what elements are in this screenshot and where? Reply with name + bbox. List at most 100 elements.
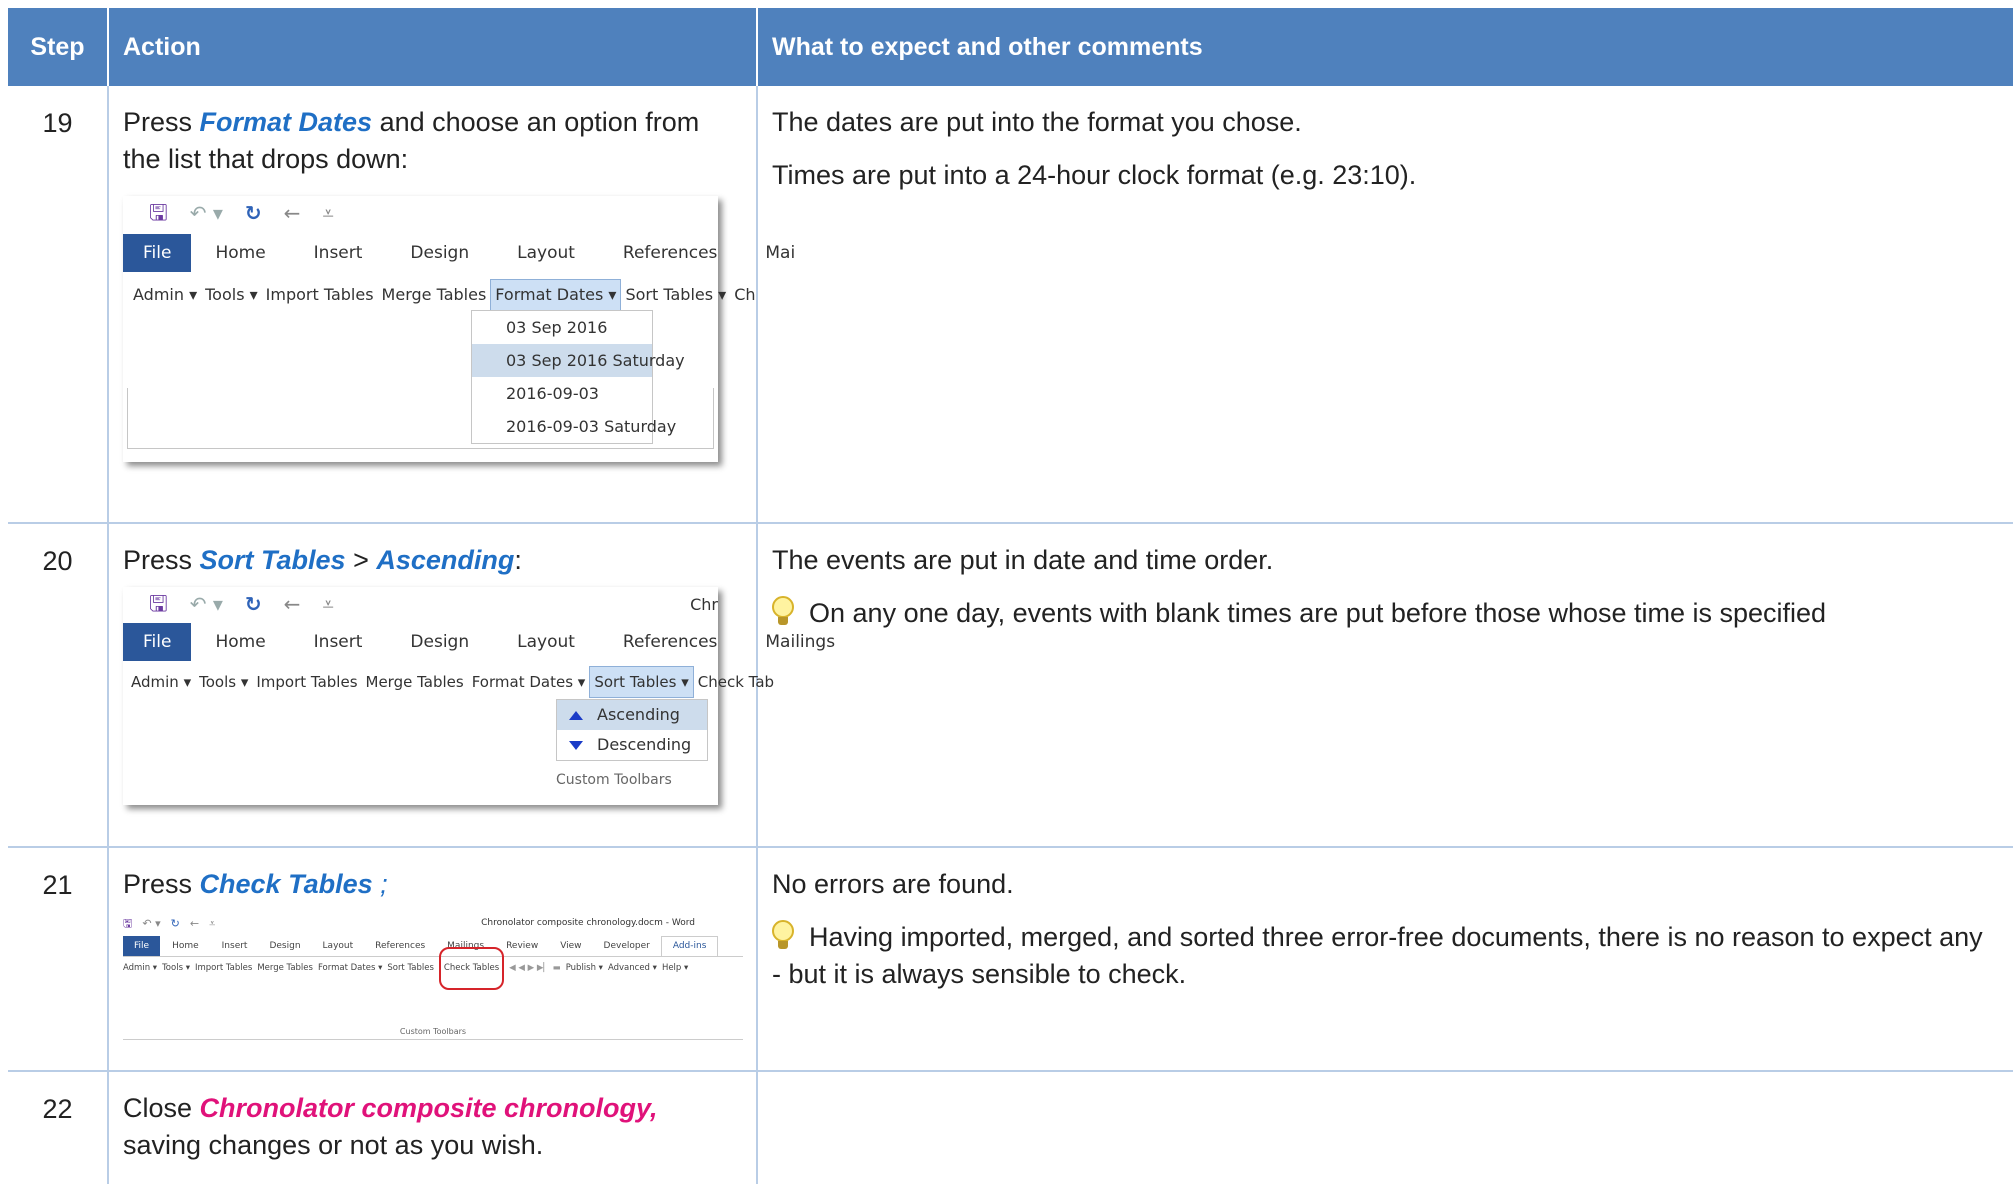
import-tables-button[interactable]: Import Tables bbox=[195, 950, 252, 987]
save-icon[interactable]: 🖫 bbox=[149, 195, 168, 232]
tab-layout[interactable]: Layout bbox=[493, 623, 599, 661]
save-icon[interactable]: 🖫 bbox=[149, 586, 168, 623]
tab-mailings[interactable]: Mai bbox=[741, 234, 795, 272]
custom-toolbar: Admin ▾ Tools ▾ Import Tables Merge Tabl… bbox=[123, 946, 743, 990]
import-tables-button[interactable]: Import Tables bbox=[252, 667, 361, 697]
table-row: 19 Press Format Dates and choose an opti… bbox=[8, 86, 2013, 524]
lightbulb-icon bbox=[772, 596, 794, 626]
tab-references[interactable]: References bbox=[599, 234, 741, 272]
tools-menu[interactable]: Tools ▾ bbox=[162, 950, 190, 987]
group-label: Custom Toolbars bbox=[556, 772, 672, 788]
help-menu[interactable]: Help ▾ bbox=[662, 950, 688, 987]
format-dates-label: Format Dates bbox=[199, 107, 373, 137]
action-cell: Press Sort Tables > Ascending: 🖫 ↶ ▾ ↻ ←… bbox=[109, 524, 835, 846]
action-text: Close Chronolator composite chronology, s… bbox=[123, 1093, 658, 1160]
tab-home[interactable]: Home bbox=[191, 623, 289, 661]
redo-icon[interactable]: ↻ bbox=[245, 195, 262, 232]
format-dates-dropdown: 03 Sep 2016 03 Sep 2016 Saturday 2016-09… bbox=[471, 310, 685, 444]
sort-tables-menu[interactable]: Sort Tables bbox=[387, 950, 434, 987]
redo-icon[interactable]: ↻ bbox=[245, 586, 262, 623]
tools-menu[interactable]: Tools ▾ bbox=[201, 280, 262, 310]
comment-text: No errors are found. bbox=[772, 869, 1014, 899]
sort-tables-dropdown: Ascending Descending bbox=[556, 699, 708, 761]
merge-tables-button[interactable]: Merge Tables bbox=[257, 950, 313, 987]
tip-text: On any one day, events with blank times … bbox=[809, 598, 1827, 628]
tab-mailings[interactable]: Mailings bbox=[741, 623, 859, 661]
check-tables-button[interactable]: Ch bbox=[730, 280, 759, 310]
admin-menu[interactable]: Admin ▾ bbox=[127, 667, 195, 697]
step-number: 20 bbox=[8, 524, 109, 846]
admin-menu[interactable]: Admin ▾ bbox=[123, 950, 157, 987]
format-dates-menu[interactable]: Format Dates ▾ bbox=[318, 950, 382, 987]
header-step: Step bbox=[8, 8, 109, 86]
merge-tables-button[interactable]: Merge Tables bbox=[362, 667, 468, 697]
comments-cell: The dates are put into the format you ch… bbox=[758, 86, 2013, 522]
undo-icon[interactable]: ↶ ▾ bbox=[190, 586, 223, 623]
action-cell: Press Format Dates and choose an option … bbox=[109, 86, 795, 522]
table-row: 21 Press Check Tables ; 🖫 ↶ ▾ ↻ ← ⩡ Chro… bbox=[8, 848, 2013, 1072]
customize-qat-icon[interactable]: ⩡ bbox=[322, 195, 333, 232]
window-title: Chr bbox=[690, 594, 718, 614]
check-tables-label: Check Tables bbox=[199, 869, 373, 899]
sort-tables-menu[interactable]: Sort Tables ▾ bbox=[589, 666, 694, 698]
admin-menu[interactable]: Admin ▾ bbox=[129, 280, 201, 310]
menu-item-descending[interactable]: Descending bbox=[557, 730, 707, 760]
sort-tables-menu[interactable]: Sort Tables ▾ bbox=[621, 280, 730, 310]
back-icon[interactable]: ← bbox=[284, 586, 301, 623]
check-tables-button[interactable]: Check Tables bbox=[438, 946, 505, 990]
menu-item-date-3[interactable]: 2016-09-03 bbox=[472, 377, 652, 410]
tab-file[interactable]: File bbox=[123, 234, 192, 272]
menu-item-date-1[interactable]: 03 Sep 2016 bbox=[472, 311, 652, 344]
merge-tables-button[interactable]: Merge Tables bbox=[378, 280, 491, 310]
ascending-icon bbox=[569, 711, 583, 720]
tab-design[interactable]: Design bbox=[386, 234, 493, 272]
ribbon-tabs: File Home Insert Design Layout Reference… bbox=[123, 234, 795, 272]
step-number: 22 bbox=[8, 1072, 109, 1184]
document-name: Chronolator composite chronology, bbox=[199, 1093, 658, 1123]
menu-item-date-2[interactable]: 03 Sep 2016 Saturday bbox=[472, 344, 685, 377]
table-row: 22 Close Chronolator composite chronolog… bbox=[8, 1072, 2013, 1184]
comments-cell: No errors are found. Having imported, me… bbox=[758, 848, 2013, 1070]
descending-icon bbox=[569, 741, 583, 750]
table-row: 20 Press Sort Tables > Ascending: 🖫 ↶ ▾ … bbox=[8, 524, 2013, 848]
ribbon-tabs: File Home Insert Design Layout Reference… bbox=[123, 623, 835, 661]
comment-text: The events are put in date and time orde… bbox=[772, 545, 1274, 575]
format-dates-menu[interactable]: Format Dates ▾ bbox=[468, 667, 590, 697]
back-icon[interactable]: ← bbox=[284, 195, 301, 232]
menu-item-date-4[interactable]: 2016-09-03 Saturday bbox=[472, 410, 676, 443]
tab-references[interactable]: References bbox=[599, 623, 741, 661]
table-header: Step Action What to expect and other com… bbox=[8, 8, 2013, 86]
customize-qat-icon[interactable]: ⩡ bbox=[322, 586, 333, 623]
custom-toolbar: Admin ▾ Tools ▾ Import Tables Merge Tabl… bbox=[123, 278, 756, 312]
tab-home[interactable]: Home bbox=[191, 234, 289, 272]
tab-insert[interactable]: Insert bbox=[290, 234, 387, 272]
step-number: 19 bbox=[8, 86, 109, 522]
action-text: Press Sort Tables > Ascending: bbox=[123, 545, 522, 575]
tip: Having imported, merged, and sorted thre… bbox=[772, 919, 1999, 993]
quick-access-toolbar: 🖫 ↶ ▾ ↻ ← ⩡ bbox=[123, 196, 718, 230]
tab-layout[interactable]: Layout bbox=[493, 234, 599, 272]
action-text: Press Check Tables ; bbox=[123, 869, 388, 899]
comments-cell: The events are put in date and time orde… bbox=[758, 524, 2013, 846]
action-cell: Press Check Tables ; 🖫 ↶ ▾ ↻ ← ⩡ Chronol… bbox=[109, 848, 758, 1070]
publish-menu[interactable]: Publish ▾ bbox=[566, 950, 603, 987]
quick-access-toolbar: 🖫 ↶ ▾ ↻ ← ⩡ Chr bbox=[123, 587, 718, 621]
navigation-icons[interactable]: ◀ ◀ ▶ ▶▏ ▬ bbox=[509, 950, 561, 987]
undo-icon[interactable]: ↶ ▾ bbox=[190, 195, 223, 232]
ascending-label: Ascending bbox=[376, 545, 515, 575]
tab-design[interactable]: Design bbox=[386, 623, 493, 661]
word-screenshot-format-dates: 🖫 ↶ ▾ ↻ ← ⩡ File Home Insert Design Layo… bbox=[123, 196, 795, 462]
format-dates-menu[interactable]: Format Dates ▾ bbox=[490, 279, 622, 311]
header-action: Action bbox=[109, 8, 758, 86]
tools-menu[interactable]: Tools ▾ bbox=[195, 667, 252, 697]
sort-tables-label: Sort Tables bbox=[199, 545, 346, 575]
advanced-menu[interactable]: Advanced ▾ bbox=[608, 950, 657, 987]
tab-file[interactable]: File bbox=[123, 623, 192, 661]
custom-toolbar: Admin ▾ Tools ▾ Import Tables Merge Tabl… bbox=[123, 665, 774, 699]
instructions-table: Step Action What to expect and other com… bbox=[8, 8, 2013, 1184]
tab-insert[interactable]: Insert bbox=[290, 623, 387, 661]
import-tables-button[interactable]: Import Tables bbox=[262, 280, 378, 310]
action-cell: Close Chronolator composite chronology, s… bbox=[109, 1072, 758, 1184]
check-tables-button[interactable]: Check Tab bbox=[694, 667, 778, 697]
menu-item-ascending[interactable]: Ascending bbox=[557, 700, 707, 730]
